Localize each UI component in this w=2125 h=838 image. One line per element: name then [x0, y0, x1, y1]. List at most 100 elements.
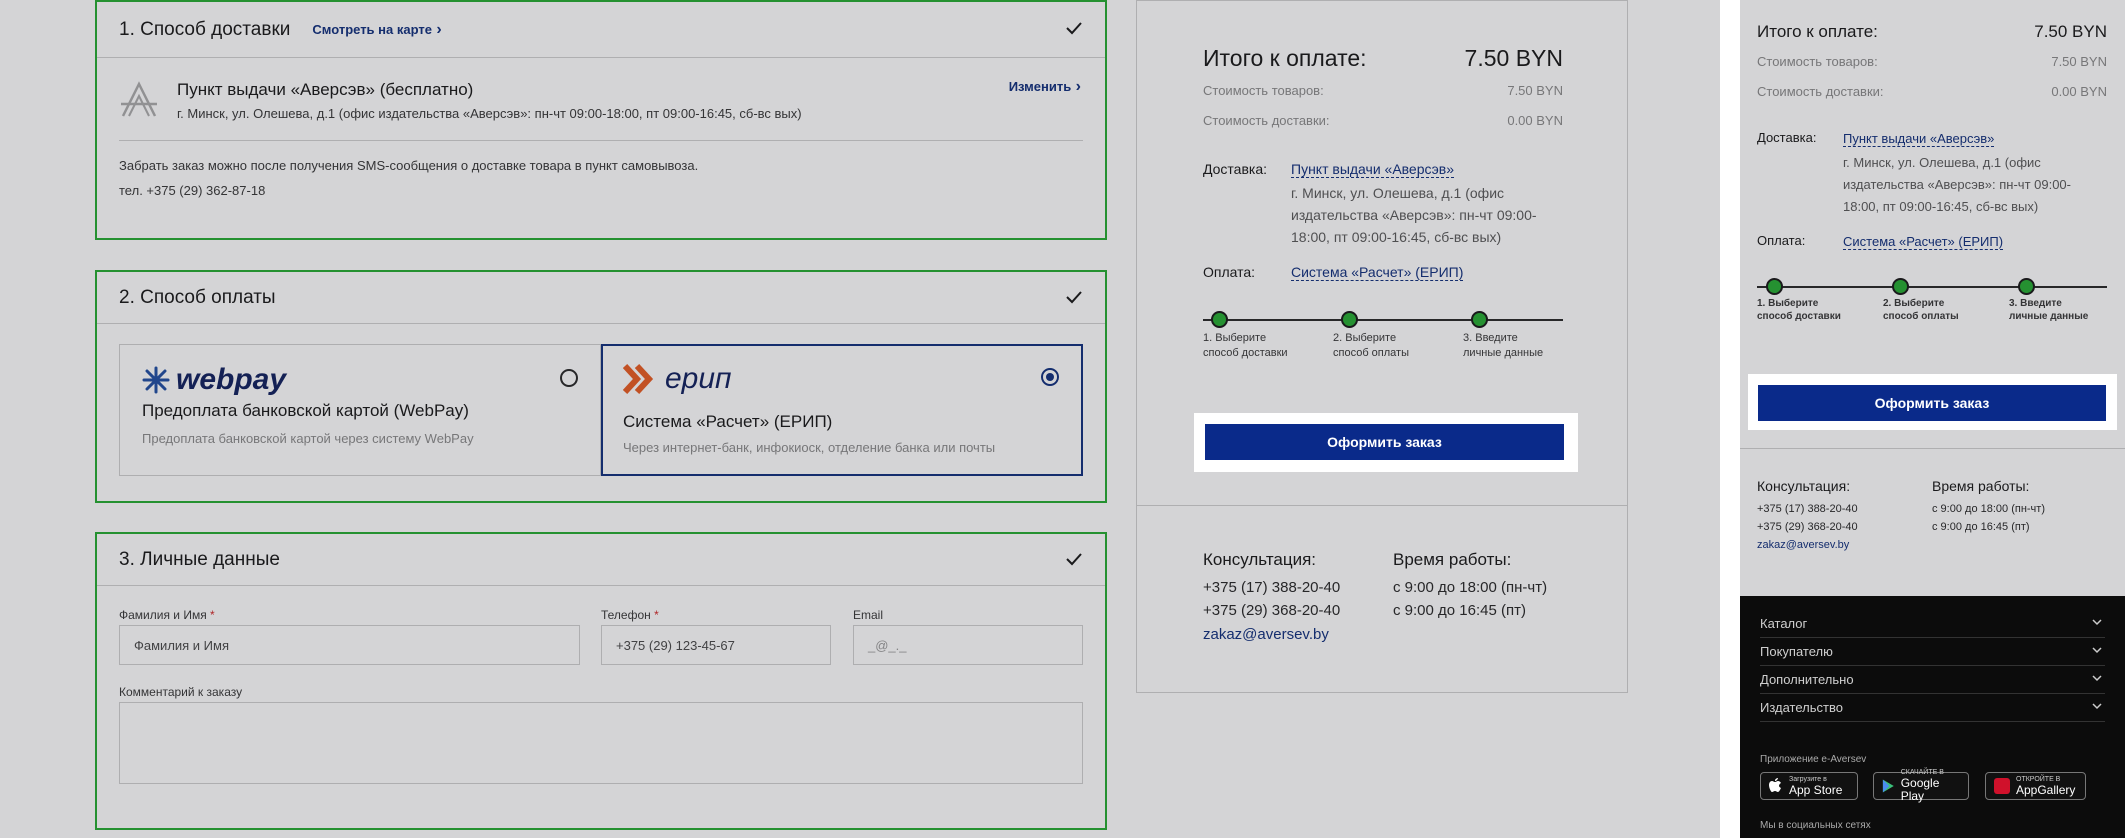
step-3-label: 3. Введите личные данные [1463, 332, 1544, 359]
m-payment-link[interactable]: Система «Расчет» (ЕРИП) [1843, 234, 2004, 250]
email-label: Email [853, 608, 884, 622]
consult-phone-1[interactable]: +375 (17) 388-20-40 [1203, 579, 1340, 596]
chevron-down-icon [2092, 619, 2102, 626]
total-value: 7.50 BYN [1464, 45, 1563, 71]
step-1-label: 1. Выберите способ доставки [1203, 332, 1288, 359]
order-summary: Итого к оплате: 7.50 BYN Стоимость товар… [1136, 0, 1628, 693]
name-label: Фамилия и Имя * [119, 608, 215, 622]
goods-label: Стоимость товаров: [1203, 83, 1324, 98]
comment-label: Комментарий к заказу [119, 685, 243, 699]
m-delivery-link[interactable]: Пункт выдачи «Аверсэв» [1843, 131, 1995, 147]
m-steps-line [1757, 286, 2107, 288]
phone-field[interactable]: +375 (29) 123-45-67 [601, 625, 831, 665]
payment-option-webpay[interactable]: webpay Предоплата банковской картой (Web… [119, 344, 601, 476]
m-step-2-label: 2. Выберите способ оплаты [1883, 298, 1959, 322]
erip-logo-text: ерип [665, 362, 732, 395]
webpay-logo: webpay [142, 363, 286, 397]
consult-title: Консультация: [1203, 550, 1317, 569]
m-hours-1: с 9:00 до 18:00 (пн-чт) [1932, 503, 2045, 515]
goods-value: 7.50 BYN [1507, 83, 1563, 98]
appgallery-text: ОТКРОЙТЕ В AppGallery [2016, 775, 2076, 797]
personal-section: 3. Личные данные [95, 532, 1107, 830]
footer-item-catalog[interactable]: Каталог [1760, 610, 2105, 638]
hours-1: с 9:00 до 18:00 (пн-чт) [1393, 579, 1548, 596]
personal-header: 3. Личные данные [97, 534, 1105, 586]
personal-title: 3. Личные данные [119, 548, 280, 570]
m-step-3-dot [2018, 278, 2035, 295]
payment-option-erip[interactable]: ерип Система «Расчет» (ЕРИП) Через интер… [601, 344, 1083, 476]
delivery-cost-label: Стоимость доставки: [1203, 113, 1330, 128]
delivery-address: г. Минск, ул. Олешева, д.1 (офис издател… [1291, 185, 1537, 245]
m-delivery-cost-value: 0.00 BYN [2051, 84, 2107, 99]
m-consult-phone-1[interactable]: +375 (17) 388-20-40 [1757, 503, 1858, 515]
footer-item-additional[interactable]: Дополнительно [1760, 666, 2105, 694]
order-button[interactable]: Оформить заказ [1205, 424, 1564, 460]
app-label: Приложение e-Aversev [1760, 754, 1867, 765]
pickup-title: Пункт выдачи «Аверсэв» (бесплатно) [177, 80, 474, 99]
webpay-radio[interactable] [560, 369, 578, 387]
chevron-down-icon [2092, 703, 2102, 710]
change-link[interactable]: Изменить [1009, 78, 1081, 96]
m-goods-value: 7.50 BYN [2051, 54, 2107, 69]
social-label: Мы в социальных сетях [1760, 820, 1871, 831]
app-store-button[interactable]: Загрузите в App Store [1760, 772, 1858, 800]
delivery-key: Доставка: [1203, 161, 1268, 177]
m-consult-email[interactable]: zakaz@aversev.by [1757, 539, 1849, 551]
webpay-desc: Предоплата банковской картой через систе… [142, 431, 474, 446]
huawei-icon [1994, 778, 2010, 794]
comment-field[interactable] [119, 702, 1083, 784]
name-field[interactable]: Фамилия и Имя [119, 625, 580, 665]
webpay-name: Предоплата банковской картой (WebPay) [142, 401, 469, 420]
pickup-phone: тел. +375 (29) 362-87-18 [119, 183, 266, 198]
payment-header: 2. Способ оплаты [97, 272, 1105, 324]
chevron-down-icon [2092, 647, 2102, 654]
check-icon [1066, 553, 1082, 566]
m-delivery-address: г. Минск, ул. Олешева, д.1 (офис издател… [1843, 155, 2071, 214]
delivery-link[interactable]: Пункт выдачи «Аверсэв» [1291, 161, 1455, 178]
webpay-logo-text: webpay [176, 363, 287, 396]
google-play-icon [1882, 779, 1894, 793]
aversev-logo-icon [121, 81, 157, 117]
consult-email[interactable]: zakaz@aversev.by [1203, 626, 1329, 643]
appgallery-button[interactable]: ОТКРОЙТЕ В AppGallery [1985, 772, 2086, 800]
google-play-button[interactable]: СКАЧАЙТЕ В Google Play [1873, 769, 1969, 803]
map-link[interactable]: Смотреть на карте [312, 21, 441, 39]
m-summary-divider [1740, 448, 2125, 449]
delivery-cost-value: 0.00 BYN [1507, 113, 1563, 128]
app-store-text: Загрузите в App Store [1789, 775, 1843, 797]
m-step-1-label: 1. Выберите способ доставки [1757, 298, 1841, 322]
google-play-text: СКАЧАЙТЕ В Google Play [1900, 769, 1944, 803]
m-order-button[interactable]: Оформить заказ [1758, 385, 2106, 421]
m-delivery-cost-label: Стоимость доставки: [1757, 84, 1884, 99]
check-icon [1066, 291, 1082, 304]
m-consult-phone-2[interactable]: +375 (29) 368-20-40 [1757, 521, 1858, 533]
chevron-down-icon [2092, 675, 2102, 682]
payment-key: Оплата: [1203, 264, 1256, 280]
m-step-3-label: 3. Введите личные данные [2009, 298, 2089, 322]
step-3-dot [1471, 311, 1488, 328]
hours-2: с 9:00 до 16:45 (пт) [1393, 602, 1526, 619]
m-hours-2: с 9:00 до 16:45 (пт) [1932, 521, 2030, 533]
m-total-value: 7.50 BYN [2034, 22, 2107, 41]
m-consult-title: Консультация: [1757, 478, 1851, 494]
m-delivery-key: Доставка: [1757, 130, 1817, 145]
delivery-header: 1. Способ доставки Смотреть на карте [97, 2, 1105, 58]
apple-icon [1769, 778, 1781, 792]
step-2-label: 2. Выберите способ оплаты [1333, 332, 1409, 359]
m-step-2-dot [1892, 278, 1909, 295]
erip-name: Система «Расчет» (ЕРИП) [623, 412, 833, 431]
footer-item-publisher[interactable]: Издательство [1760, 694, 2105, 722]
pickup-address: г. Минск, ул. Олешева, д.1 (офис издател… [177, 106, 802, 121]
email-field[interactable]: _@_._ [853, 625, 1083, 665]
delivery-title: 1. Способ доставки [119, 18, 291, 40]
phone-label: Телефон * [601, 608, 659, 622]
pickup-note: Забрать заказ можно после получения SMS-… [119, 158, 699, 173]
webpay-star-icon [142, 366, 170, 394]
step-1-dot [1211, 311, 1228, 328]
payment-link[interactable]: Система «Расчет» (ЕРИП) [1291, 264, 1464, 281]
summary-divider [1137, 505, 1627, 506]
consult-phone-2[interactable]: +375 (29) 368-20-40 [1203, 602, 1340, 619]
footer-item-buyer[interactable]: Покупателю [1760, 638, 2105, 666]
steps-line [1203, 319, 1563, 321]
erip-radio[interactable] [1041, 368, 1059, 386]
